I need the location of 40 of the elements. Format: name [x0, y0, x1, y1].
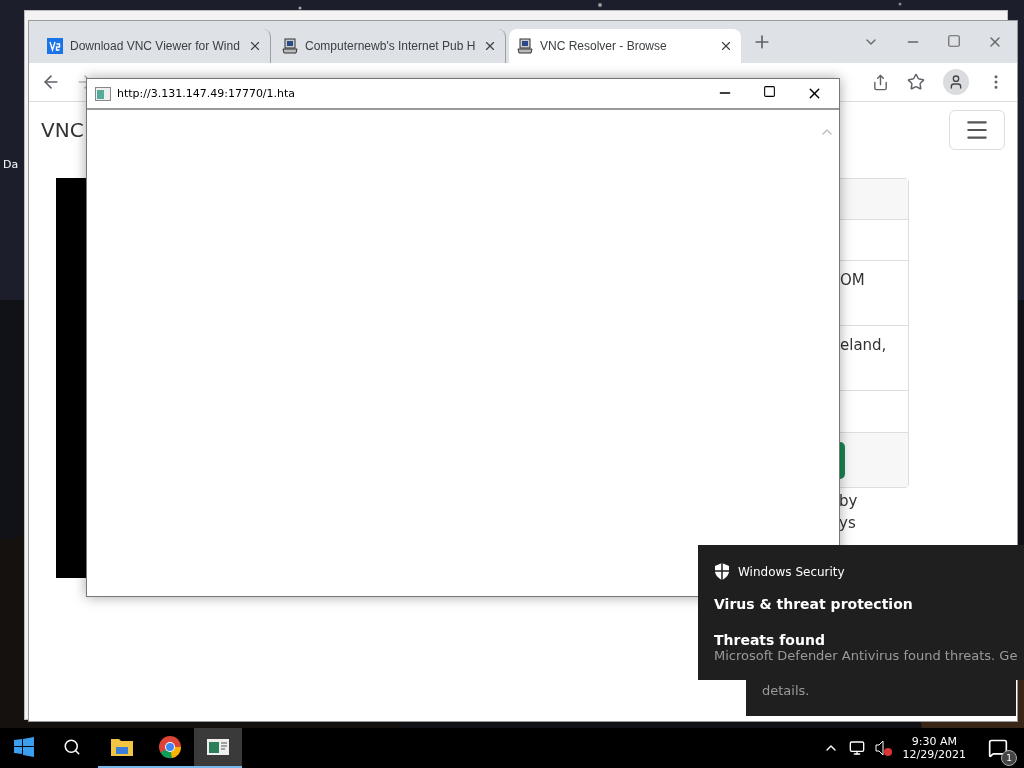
close-icon[interactable]: [248, 39, 262, 53]
menu-button[interactable]: [949, 110, 1005, 150]
desktop-icon-label: Da: [3, 158, 19, 171]
window-app-icon: [95, 86, 111, 101]
card-text: eland,: [840, 336, 887, 354]
star-icon[interactable]: [907, 73, 925, 91]
folder-icon: [110, 737, 134, 757]
share-icon[interactable]: [872, 73, 889, 91]
toast-message: Microsoft Defender Antivirus found threats. Ge: [714, 648, 1019, 663]
windows-logo-icon: [14, 737, 34, 757]
taskbar-app[interactable]: [194, 728, 242, 768]
browser-tab[interactable]: Computernewb's Internet Pub H: [274, 29, 506, 63]
profile-avatar[interactable]: [943, 69, 969, 95]
site-brand[interactable]: VNC: [41, 118, 84, 142]
vnc-logo-icon: [47, 38, 63, 54]
network-icon[interactable]: [848, 740, 865, 756]
toast-title: Threats found: [714, 632, 826, 648]
close-icon[interactable]: [483, 39, 497, 53]
muted-volume-icon[interactable]: [874, 740, 893, 756]
computer-icon: [282, 38, 298, 54]
toast-heading: Virus & threat protection: [714, 596, 914, 612]
shield-icon: [714, 563, 730, 580]
notification-center-icon[interactable]: [988, 738, 1008, 758]
window-title: http://3.131.147.49:17770/1.hta: [117, 87, 296, 100]
browser-tab[interactable]: Download VNC Viewer for Wind: [39, 29, 271, 63]
computer-icon: [517, 38, 533, 54]
browser-tab[interactable]: VNC Resolver - Browse: [509, 29, 741, 63]
maximize-icon[interactable]: [763, 85, 776, 98]
card-text: OM: [840, 271, 865, 289]
notification-badge: 1: [1001, 750, 1017, 766]
chrome-icon: [158, 735, 182, 759]
body-text: by: [838, 491, 859, 510]
clock[interactable]: 9:30 AM 12/29/2021: [902, 735, 966, 761]
search-icon: [63, 738, 81, 756]
close-icon[interactable]: [719, 39, 733, 53]
window-app-icon: [206, 737, 230, 757]
toast-app-name: Windows Security: [738, 564, 845, 579]
toast-message: details.: [762, 683, 810, 698]
body-text: ys: [838, 513, 857, 532]
notification-toast[interactable]: Windows Security Virus & threat protection Threats found Microsoft Defender Antivirus found threats. Ge: [698, 545, 1024, 680]
